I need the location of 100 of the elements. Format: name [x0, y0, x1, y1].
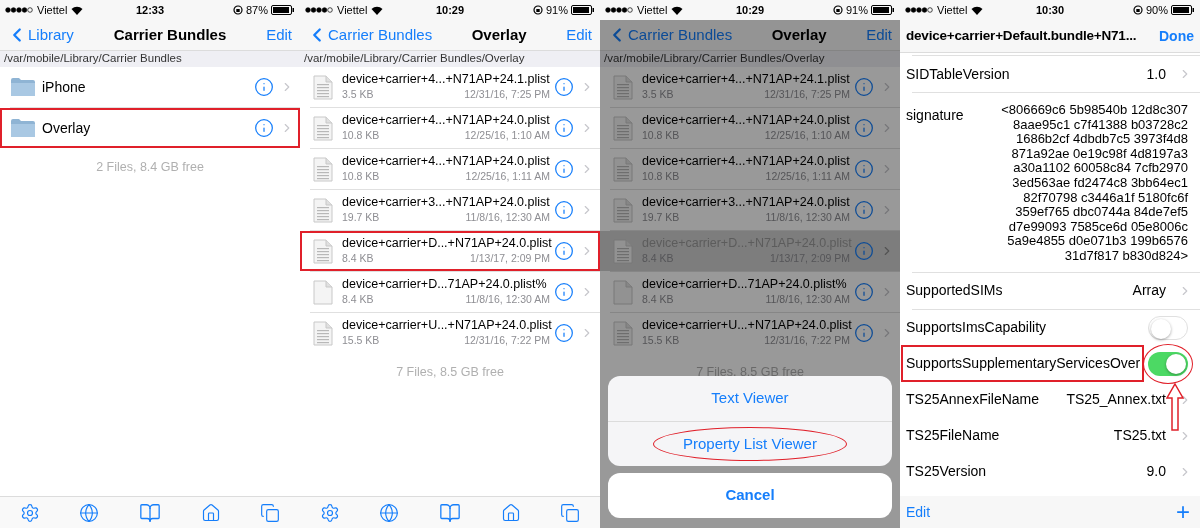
document-icon: [313, 115, 333, 141]
file-date: 12/31/16, 7:25 PM: [464, 87, 550, 102]
file-row[interactable]: Overlay: [0, 108, 300, 148]
data-line: 5a9e4855 d0e071b3 199b6576: [1007, 234, 1188, 249]
file-date: 11/8/16, 12:30 AM: [465, 292, 550, 307]
battery-percent: 91%: [545, 2, 568, 18]
info-icon[interactable]: [854, 282, 874, 302]
book-icon[interactable]: [139, 501, 161, 524]
value-label: 1.0: [1146, 64, 1167, 84]
value-label: TS25_Annex.txt: [1066, 390, 1167, 410]
file-size: 8.4 KB: [642, 292, 674, 307]
wifi-icon: [371, 5, 384, 15]
file-size: 3.5 KB: [342, 87, 374, 102]
document-icon: [613, 156, 633, 182]
info-icon[interactable]: [554, 241, 574, 261]
info-icon[interactable]: [554, 200, 574, 220]
info-icon[interactable]: [854, 77, 874, 97]
data-line: 359ef765 dbc0744a 84de7ef5: [1015, 205, 1188, 220]
file-size: 10.8 KB: [642, 169, 680, 184]
document-icon: [613, 74, 633, 100]
document-icon: [313, 197, 333, 223]
file-name: device+carrier+4...+N71AP+24.0.plist: [642, 113, 850, 128]
add-button[interactable]: +: [1176, 500, 1194, 524]
key-label: TS25AnnexFileName: [906, 391, 1040, 408]
file-date: 12/25/16, 1:11 AM: [765, 169, 850, 184]
done-button[interactable]: Done: [1155, 25, 1194, 47]
key-label: signature: [906, 107, 964, 123]
nav-title: device+carrier+Default.bundle+N71...: [906, 26, 1138, 45]
property-row[interactable]: SupportsImsCapability: [900, 309, 1200, 346]
file-name: device+carrier+4...+N71AP+24.0.plist: [642, 154, 850, 169]
status-time: 10:29: [734, 2, 766, 18]
home-icon[interactable]: [200, 502, 221, 523]
data-line: 3ed563ae fd2474c8 3bb64ec1: [1012, 175, 1188, 191]
file-name: device+carrier+D...+N71AP+24.0.plist: [342, 236, 550, 251]
edit-button[interactable]: Edit: [566, 23, 594, 47]
sheet-option[interactable]: Text Viewer: [608, 376, 892, 421]
windows-icon[interactable]: [260, 502, 281, 523]
file-size: 10.8 KB: [342, 169, 380, 184]
document-icon: [613, 320, 633, 346]
settings-icon[interactable]: [19, 502, 40, 523]
info-icon[interactable]: [854, 241, 874, 261]
file-row[interactable]: device+carrier+D...+N71AP+24.0.plist 8.4 KB 1/13/17, 2:09 PM: [300, 231, 600, 271]
data-line: a30a1102 60058c84 7cfb2970: [1013, 161, 1188, 176]
info-icon[interactable]: [254, 77, 274, 97]
key-label: TS25Version: [906, 463, 987, 480]
cancel-button[interactable]: Cancel: [608, 473, 892, 518]
info-icon[interactable]: [254, 118, 274, 138]
sheet-option[interactable]: Property List Viewer: [608, 421, 892, 466]
info-icon[interactable]: [554, 77, 574, 97]
info-icon[interactable]: [854, 159, 874, 179]
property-row[interactable]: TS25Version 9.0: [900, 453, 1200, 490]
nav-title: Carrier Bundles: [113, 24, 227, 45]
property-row[interactable]: TS25FileName TS25.txt: [900, 417, 1200, 454]
toggle-switch[interactable]: [1148, 351, 1188, 376]
document-icon: [613, 115, 633, 141]
info-icon[interactable]: [554, 282, 574, 302]
home-icon[interactable]: [500, 502, 521, 523]
file-name: device+carrier+4...+N71AP+24.0.plist: [342, 154, 550, 169]
edit-button[interactable]: Edit: [906, 501, 931, 523]
file-date: 12/25/16, 1:10 AM: [464, 128, 550, 143]
property-row[interactable]: SupportsSupplementaryServicesOver: [900, 345, 1200, 382]
info-icon[interactable]: [554, 323, 574, 343]
globe-icon[interactable]: [79, 502, 100, 523]
book-icon[interactable]: [439, 501, 461, 524]
key-label: TS25FileName: [906, 427, 1000, 444]
info-icon[interactable]: [554, 118, 574, 138]
edit-button[interactable]: Edit: [266, 23, 294, 47]
key-label: SupportedSIMs: [906, 282, 1003, 299]
settings-icon[interactable]: [319, 502, 340, 523]
value-label: TS25.txt: [1113, 426, 1167, 446]
folder-name: Overlay: [42, 120, 91, 136]
info-icon[interactable]: [854, 200, 874, 220]
annotation-arrow: [1166, 382, 1184, 431]
windows-icon[interactable]: [560, 502, 581, 523]
back-button[interactable]: Carrier Bundles: [306, 23, 433, 47]
info-icon[interactable]: [854, 323, 874, 343]
battery-percent: 87%: [245, 2, 268, 18]
file-count: 7 Files, 8.5 GB free: [396, 364, 504, 381]
info-icon[interactable]: [854, 118, 874, 138]
file-name: device+carrier+4...+N71AP+24.1.plist: [342, 72, 550, 87]
battery-icon: [271, 5, 295, 15]
wifi-icon: [71, 5, 84, 15]
signal-icon: [5, 7, 33, 13]
info-icon[interactable]: [554, 159, 574, 179]
status-time: 12:33: [134, 2, 166, 18]
carrier-name: Viettel: [37, 2, 68, 18]
document-icon: [613, 238, 633, 264]
value-label: Array: [1132, 281, 1167, 301]
globe-icon[interactable]: [379, 502, 400, 523]
rotation-lock-icon: [832, 5, 843, 15]
property-row[interactable]: SupportedSIMs Array: [900, 272, 1200, 309]
file-date: 12/25/16, 1:11 AM: [465, 169, 550, 184]
signal-icon: [305, 7, 333, 13]
key-label: SupportsImsCapability: [906, 319, 1047, 336]
data-line: 871a92ae 0e19c98f 4d8197a3: [1011, 146, 1188, 162]
folder-name: iPhone: [42, 79, 86, 95]
toggle-switch[interactable]: [1148, 315, 1188, 340]
property-row[interactable]: SIDTableVersion 1.0: [900, 56, 1200, 92]
back-button[interactable]: Library: [6, 23, 74, 47]
property-row[interactable]: TS25AnnexFileName TS25_Annex.txt: [900, 381, 1200, 418]
